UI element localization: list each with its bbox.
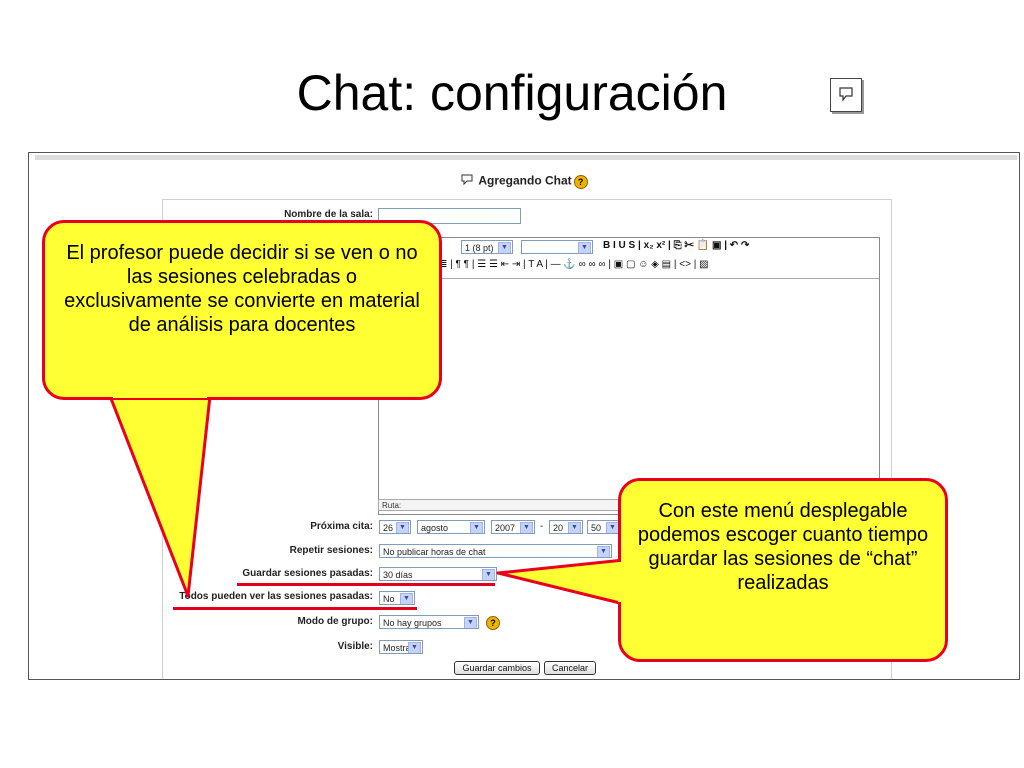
tail-seams xyxy=(113,392,626,602)
right-tail-seam xyxy=(618,562,626,602)
left-tail-seam xyxy=(113,392,207,398)
